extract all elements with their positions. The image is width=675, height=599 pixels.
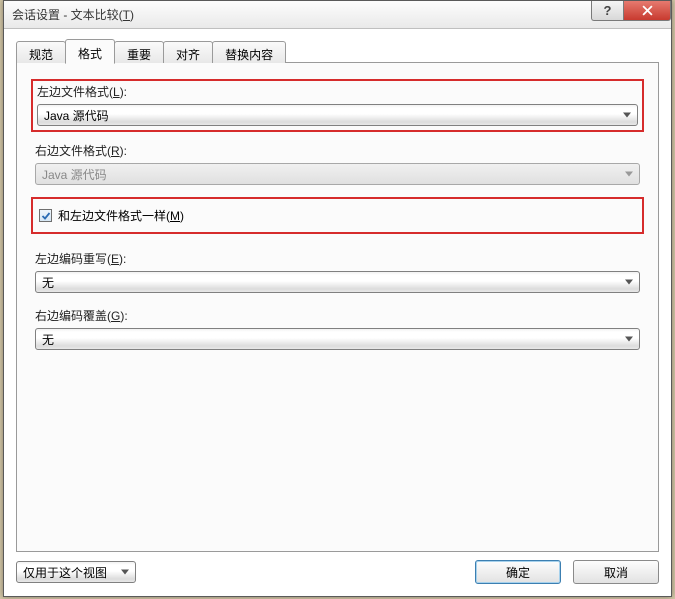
tab-format[interactable]: 格式 bbox=[65, 39, 115, 64]
chevron-down-icon bbox=[623, 113, 631, 118]
dialog-session-settings: 会话设置 - 文本比较(T) ? 规范 格式 重要 对齐 替换内容 左边文件格式… bbox=[3, 0, 672, 597]
cancel-button[interactable]: 取消 bbox=[573, 560, 659, 584]
check-icon bbox=[41, 211, 51, 221]
highlight-same-as-left: 和左边文件格式一样(M) bbox=[31, 197, 644, 234]
scope-combo[interactable]: 仅用于这个视图 bbox=[16, 561, 136, 583]
tab-align[interactable]: 对齐 bbox=[163, 41, 213, 63]
right-file-format-value: Java 源代码 bbox=[42, 166, 107, 183]
right-encoding-combo[interactable]: 无 bbox=[35, 328, 640, 350]
ok-button[interactable]: 确定 bbox=[475, 560, 561, 584]
right-encoding-label: 右边编码覆盖(G): bbox=[35, 307, 640, 324]
same-as-left-label: 和左边文件格式一样(M) bbox=[58, 207, 184, 224]
chevron-down-icon bbox=[625, 172, 633, 177]
window-title: 会话设置 - 文本比较(T) bbox=[12, 6, 134, 23]
highlight-left-format: 左边文件格式(L): Java 源代码 bbox=[31, 79, 644, 132]
left-encoding-value: 无 bbox=[42, 274, 54, 291]
left-encoding-combo[interactable]: 无 bbox=[35, 271, 640, 293]
left-file-format-combo[interactable]: Java 源代码 bbox=[37, 104, 638, 126]
right-encoding-value: 无 bbox=[42, 331, 54, 348]
right-file-format-combo: Java 源代码 bbox=[35, 163, 640, 185]
right-file-format-label: 右边文件格式(R): bbox=[35, 142, 640, 159]
tab-norm[interactable]: 规范 bbox=[16, 41, 66, 63]
chevron-down-icon bbox=[625, 337, 633, 342]
tabs: 规范 格式 重要 对齐 替换内容 bbox=[16, 39, 659, 63]
titlebar[interactable]: 会话设置 - 文本比较(T) ? bbox=[4, 1, 671, 29]
chevron-down-icon bbox=[121, 570, 129, 575]
left-encoding-label: 左边编码重写(E): bbox=[35, 250, 640, 267]
left-file-format-value: Java 源代码 bbox=[44, 107, 109, 124]
format-panel: 左边文件格式(L): Java 源代码 右边文件格式(R): Java 源代码 bbox=[16, 62, 659, 552]
tab-important[interactable]: 重要 bbox=[114, 41, 164, 63]
dialog-footer: 仅用于这个视图 确定 取消 bbox=[16, 552, 659, 584]
scope-value: 仅用于这个视图 bbox=[23, 564, 107, 581]
close-button[interactable] bbox=[623, 1, 671, 21]
help-button[interactable]: ? bbox=[591, 1, 623, 21]
same-as-left-checkbox[interactable] bbox=[39, 209, 52, 222]
close-icon bbox=[642, 5, 653, 16]
left-file-format-label: 左边文件格式(L): bbox=[37, 83, 638, 100]
chevron-down-icon bbox=[625, 280, 633, 285]
tab-replace[interactable]: 替换内容 bbox=[212, 41, 286, 63]
